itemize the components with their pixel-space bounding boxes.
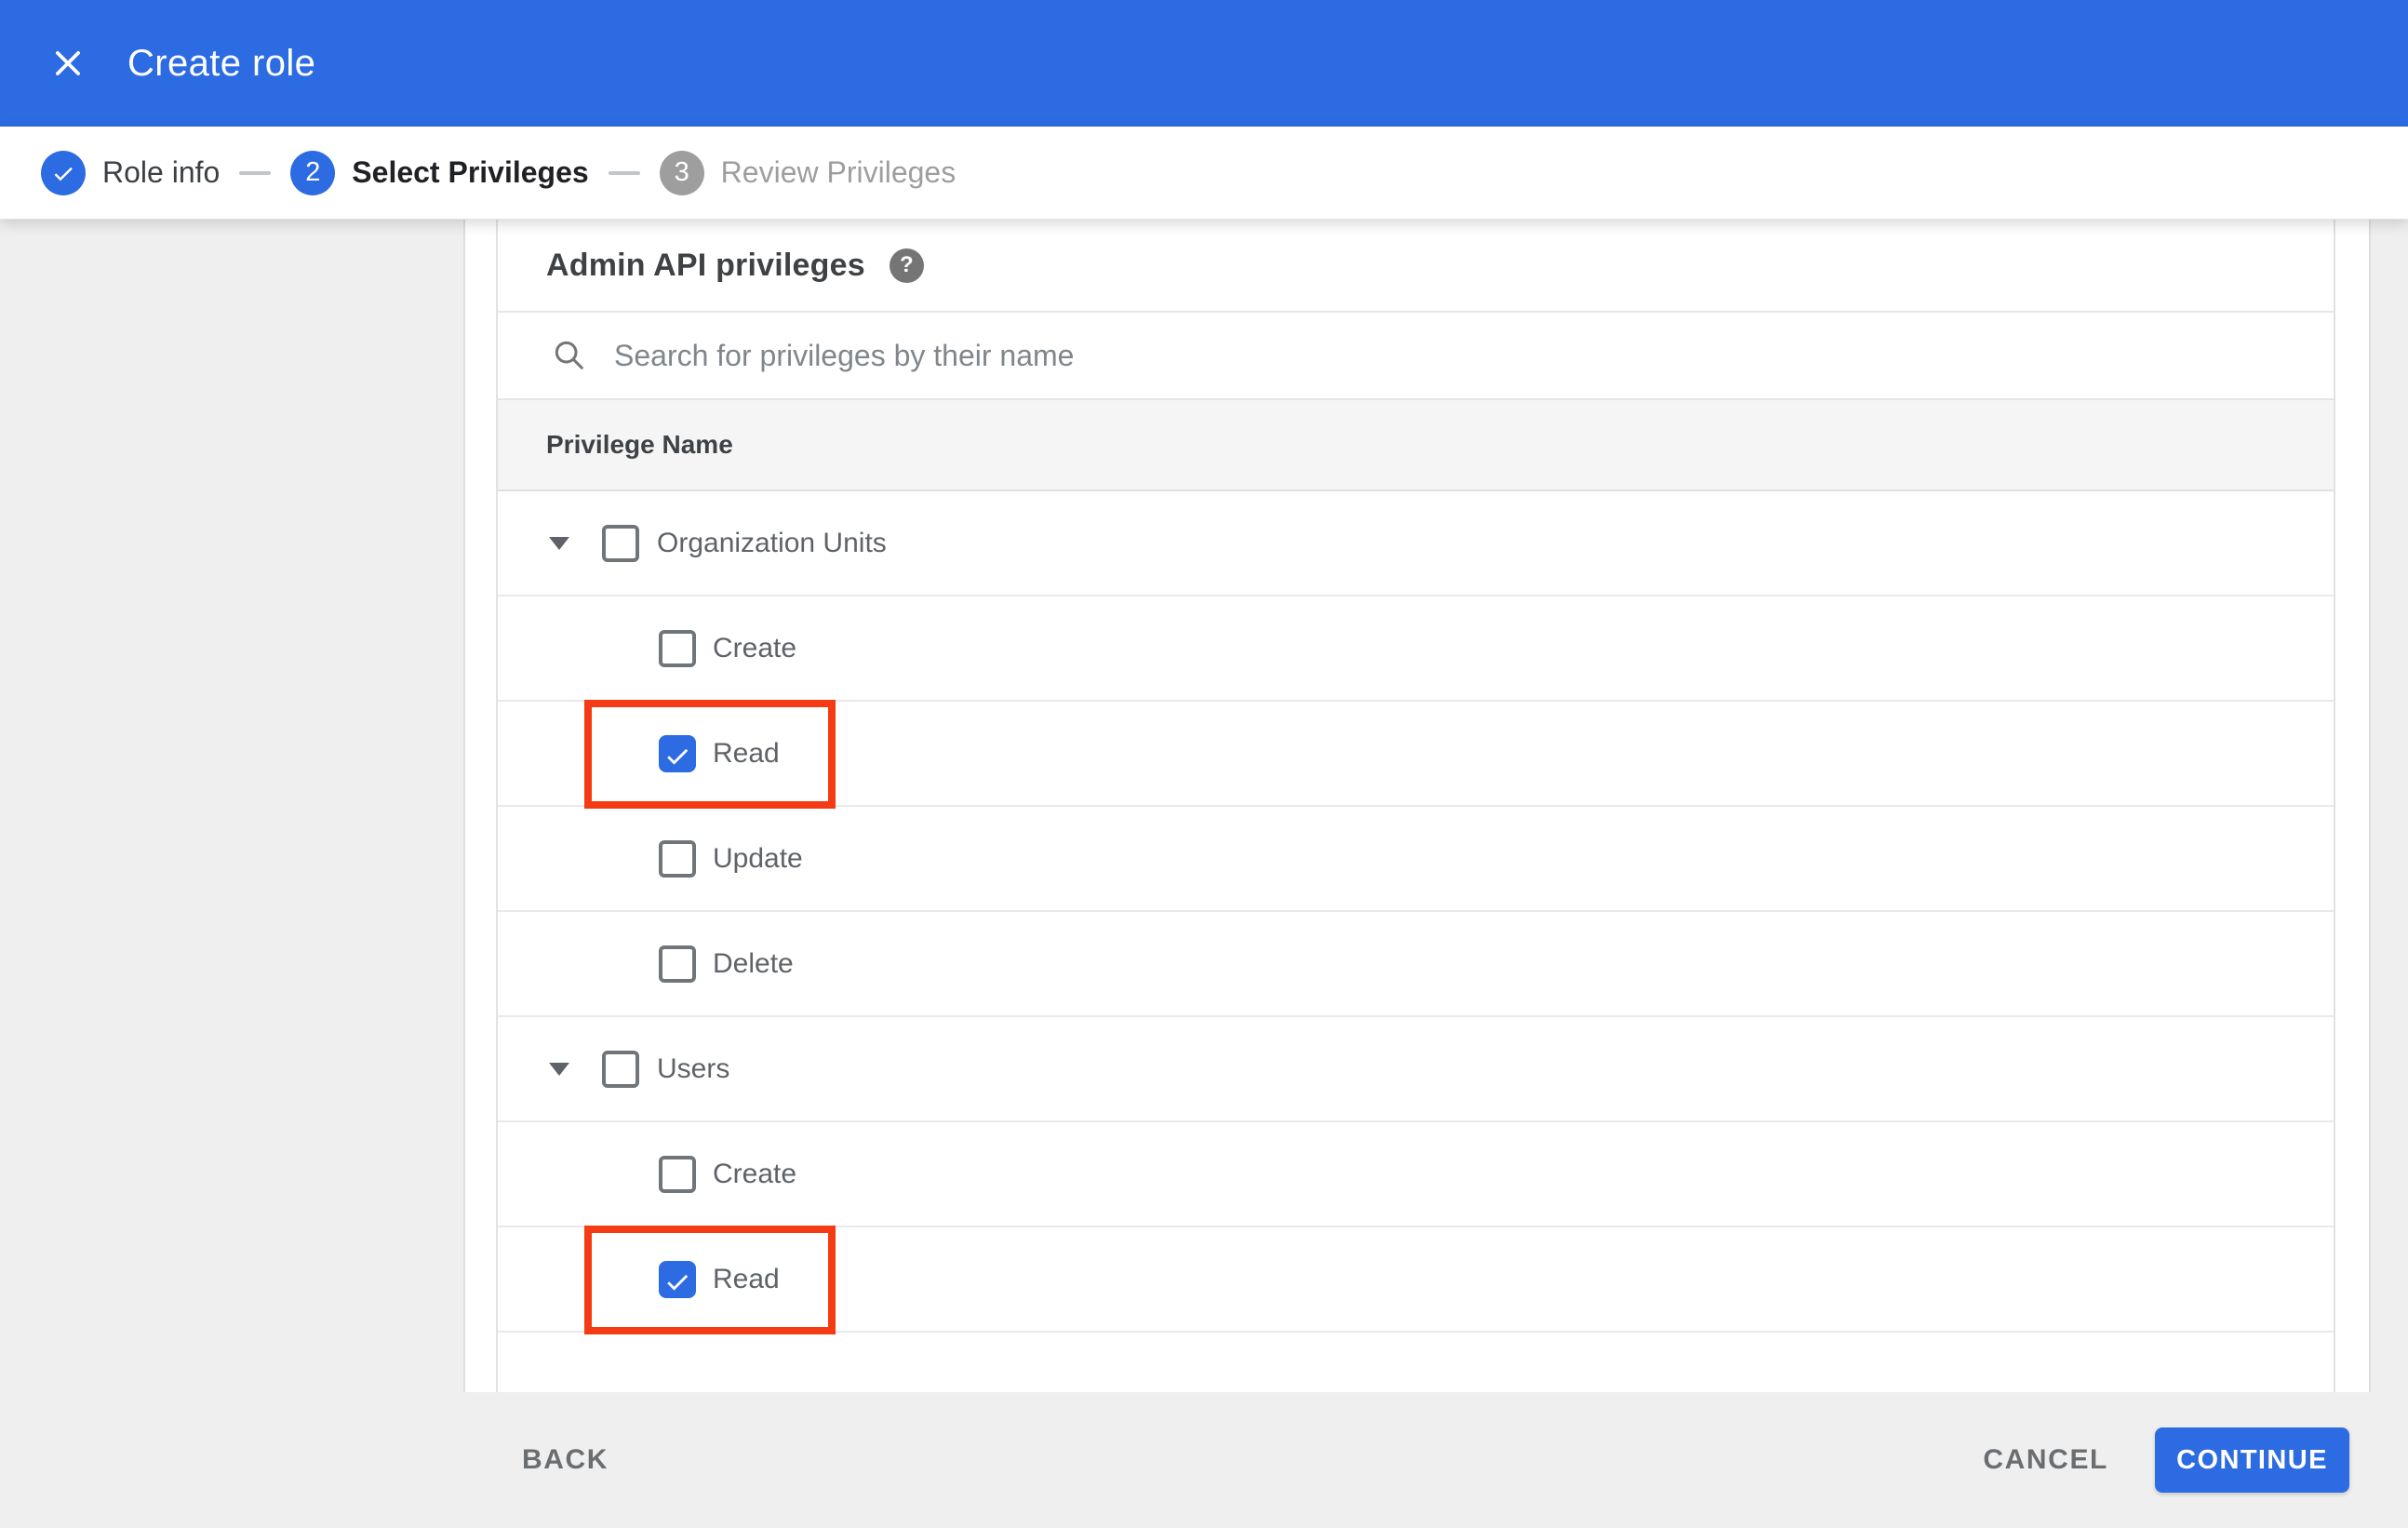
footer-bar: BACK CANCEL CONTINUE: [0, 1392, 2408, 1528]
stepper-step-review-privileges[interactable]: 3 Review Privileges: [659, 150, 957, 195]
right-gutter-pane: [2369, 220, 2408, 1392]
highlight-annotation-box: [584, 1226, 836, 1334]
privilege-checkbox[interactable]: [659, 1155, 696, 1193]
table-row-organization-units[interactable]: Organization Units: [498, 491, 2334, 596]
highlight-annotation-box: [584, 700, 836, 809]
privilege-label: Update: [713, 842, 803, 874]
table-row-partial: [498, 1333, 2334, 1392]
privilege-label: Organization Units: [657, 527, 887, 558]
page-body: Admin API privileges ? Privilege Name O: [0, 220, 2408, 1392]
table-row-create[interactable]: Create: [498, 1122, 2334, 1227]
privilege-checkbox[interactable]: [659, 839, 696, 878]
left-gutter-pane: [0, 220, 465, 1392]
privilege-label: Users: [657, 1052, 730, 1084]
continue-button[interactable]: CONTINUE: [2155, 1427, 2349, 1493]
privilege-label: Read: [713, 1263, 780, 1294]
section-heading-row: Admin API privileges ?: [498, 220, 2334, 313]
cancel-button[interactable]: CANCEL: [1983, 1444, 2108, 1476]
check-icon: [54, 167, 73, 181]
dialog-title: Create role: [127, 42, 316, 84]
privilege-label: Create: [713, 632, 797, 663]
table-row-users[interactable]: Users: [498, 1017, 2334, 1122]
privilege-checkbox[interactable]: [659, 1260, 696, 1298]
step-circle: 1: [41, 150, 86, 195]
stepper-step-role-info[interactable]: 1 Role info: [41, 150, 221, 195]
step-label: Select Privileges: [352, 155, 589, 189]
step-circle: 3: [659, 150, 704, 195]
back-button[interactable]: BACK: [522, 1444, 609, 1476]
step-label: Role info: [102, 155, 221, 189]
collapse-caret-icon[interactable]: [549, 536, 569, 550]
table-row-delete[interactable]: Delete: [498, 912, 2334, 1017]
checkmark-icon: [667, 1274, 689, 1291]
search-row: [498, 313, 2334, 400]
table-header-row: Privilege Name: [498, 400, 2334, 491]
privilege-checkbox[interactable]: [602, 1050, 639, 1088]
privileges-card: Admin API privileges ? Privilege Name O: [496, 220, 2335, 1392]
privilege-checkbox[interactable]: [659, 629, 696, 667]
stepper: 1 Role info 2 Select Privileges 3: [0, 127, 2408, 220]
table-row-create[interactable]: Create: [498, 596, 2334, 702]
table-row-update[interactable]: Update: [498, 807, 2334, 912]
collapse-caret-icon[interactable]: [549, 1062, 569, 1076]
table-row-read[interactable]: Read: [498, 1226, 2334, 1334]
step-connector: [239, 170, 272, 175]
step-label: Review Privileges: [720, 155, 957, 189]
table-row-read[interactable]: Read: [498, 700, 2334, 809]
section-title: Admin API privileges: [546, 247, 865, 283]
privilege-name-column-header: Privilege Name: [546, 430, 733, 459]
privilege-rows: Organization Units Create Read Update De…: [498, 491, 2334, 1334]
checkmark-icon: [667, 748, 689, 765]
stepper-step-select-privileges[interactable]: 2 Select Privileges: [290, 150, 589, 195]
privilege-checkbox[interactable]: [602, 524, 639, 562]
app-bar: Create role: [0, 0, 2408, 127]
step-connector: [608, 170, 640, 175]
privilege-label: Read: [713, 737, 780, 769]
help-icon[interactable]: ?: [889, 248, 924, 283]
privilege-checkbox[interactable]: [659, 945, 696, 983]
privilege-label: Delete: [713, 947, 794, 979]
privilege-checkbox[interactable]: [659, 734, 696, 772]
search-input[interactable]: [614, 338, 2334, 373]
privilege-label: Create: [713, 1158, 797, 1189]
close-icon[interactable]: [42, 37, 94, 89]
step-circle: 2: [290, 150, 336, 195]
search-icon: [555, 341, 583, 369]
